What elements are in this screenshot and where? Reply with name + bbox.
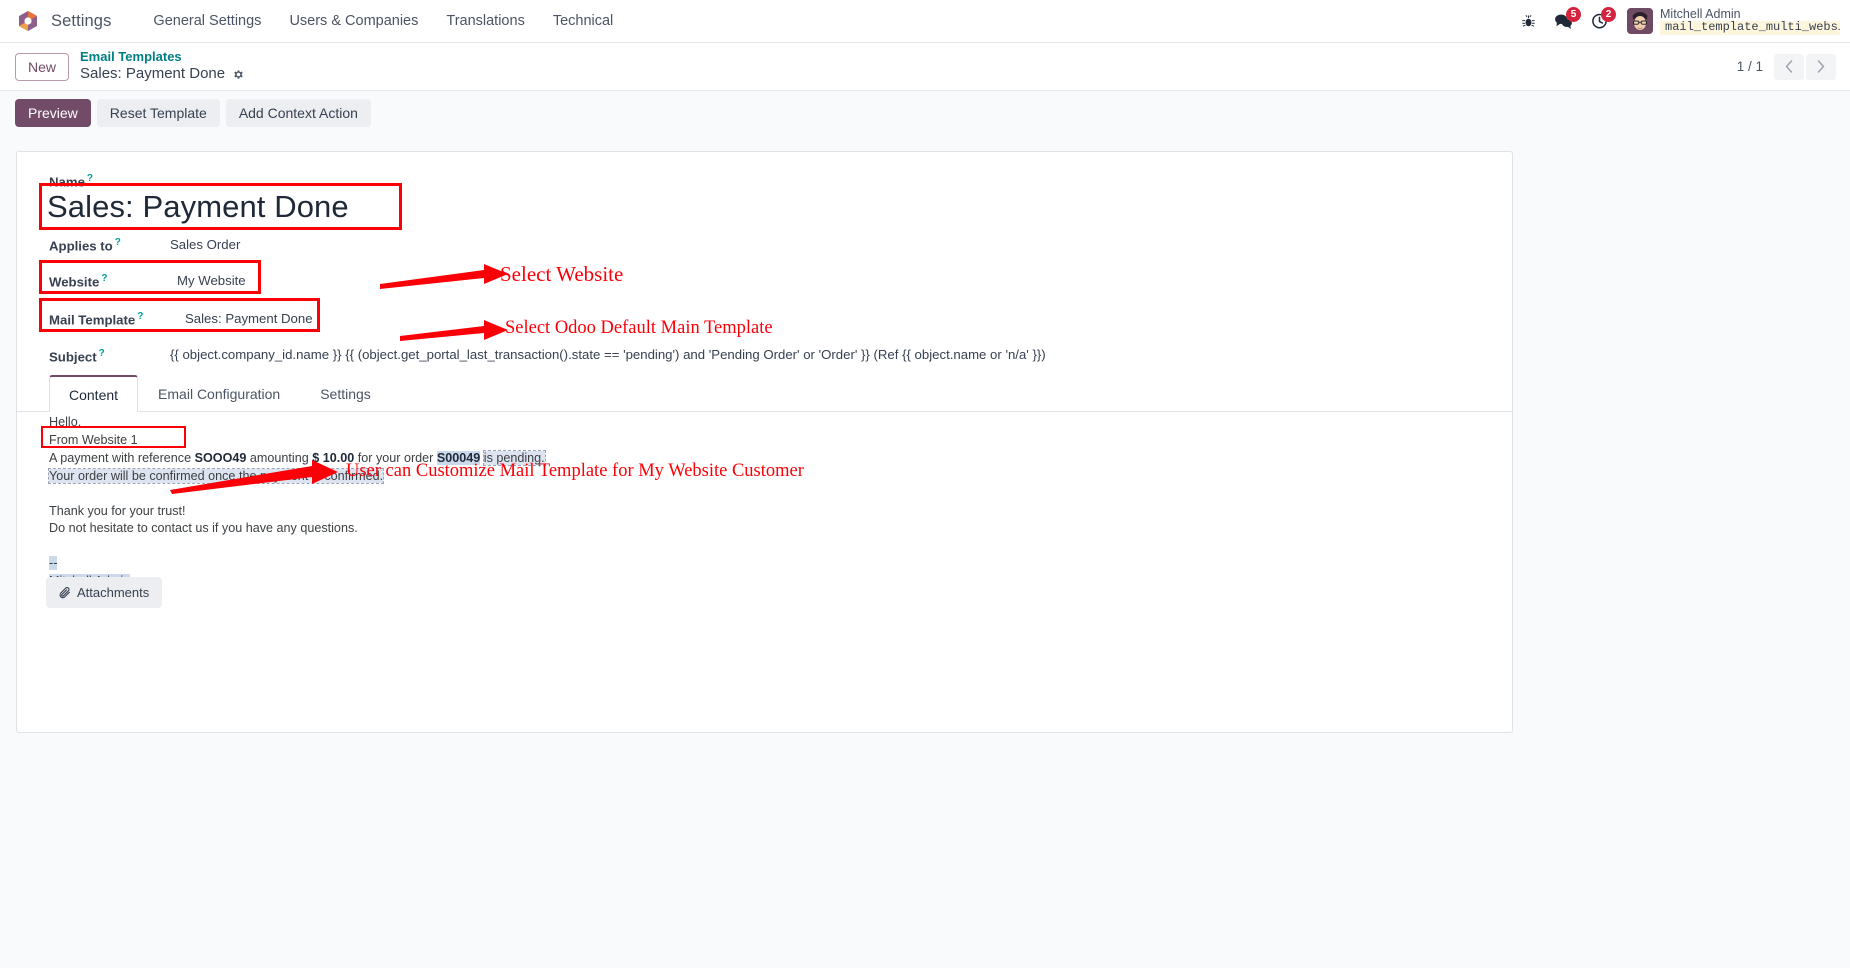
annotation-text-select-main-template: Select Odoo Default Main Template xyxy=(505,318,773,338)
add-context-action-button[interactable]: Add Context Action xyxy=(225,99,371,127)
navbar-menu: General Settings Users & Companies Trans… xyxy=(139,9,627,33)
help-icon-subject[interactable]: ? xyxy=(99,348,105,359)
email-thanks-line: Thank you for your trust! xyxy=(49,503,186,518)
form-action-bar: Preview Reset Template Add Context Actio… xyxy=(0,90,1850,135)
tab-content[interactable]: Content xyxy=(49,375,139,412)
reset-template-button[interactable]: Reset Template xyxy=(96,99,220,127)
tab-email-configuration[interactable]: Email Configuration xyxy=(138,375,300,412)
field-label-mail-template: Mail Template? xyxy=(49,311,144,328)
control-panel: New Email Templates Sales: Payment Done … xyxy=(0,43,1850,90)
odoo-logo-icon[interactable] xyxy=(17,10,39,32)
chevron-right-icon xyxy=(1817,60,1825,73)
field-value-mail-template[interactable]: Sales: Payment Done xyxy=(185,311,313,326)
messages-icon[interactable]: 5 xyxy=(1554,6,1581,30)
confirm-placeholder: Your order will be confirmed once the pa… xyxy=(47,467,385,484)
user-avatar[interactable] xyxy=(1627,8,1653,34)
new-button[interactable]: New xyxy=(15,52,70,81)
messages-badge: 5 xyxy=(1566,6,1581,22)
breadcrumb-current-label: Sales: Payment Done xyxy=(80,65,226,83)
user-menu[interactable]: Mitchell Admin mail_template_multi_webs… xyxy=(1660,6,1840,36)
navbar-systray: 5 2 Mitchell Admin mail_template_multi_w… xyxy=(1512,0,1850,43)
paperclip-icon xyxy=(59,586,70,598)
field-value-name[interactable]: Sales: Payment Done xyxy=(47,189,349,225)
nav-item-general-settings[interactable]: General Settings xyxy=(139,9,275,33)
breadcrumb-current-record: Sales: Payment Done xyxy=(80,65,245,84)
email-body-editor[interactable]: Hello, From Website 1 A payment with ref… xyxy=(47,414,1049,591)
pager-count-label: 1 / 1 xyxy=(1736,59,1763,74)
chevron-left-icon xyxy=(1785,60,1793,73)
form-sheet: Name? Sales: Payment Done Applies to? Sa… xyxy=(16,151,1513,733)
attachments-button-label: Attachments xyxy=(77,585,150,600)
help-icon-applies-to[interactable]: ? xyxy=(115,237,121,248)
email-spacer-1 xyxy=(49,486,1049,503)
email-contact-line: Do not hesitate to contact us if you hav… xyxy=(49,521,358,536)
attachments-button[interactable]: Attachments xyxy=(46,577,163,608)
nav-item-technical[interactable]: Technical xyxy=(539,9,627,33)
help-icon-name[interactable]: ? xyxy=(87,173,93,184)
preview-button[interactable]: Preview xyxy=(15,99,91,127)
database-name-text: mail_template_multi_webs… xyxy=(1665,21,1840,35)
help-icon-mail-template[interactable]: ? xyxy=(137,311,143,322)
field-value-website[interactable]: My Website xyxy=(177,273,246,288)
email-signature-dashes: -- xyxy=(49,555,1049,573)
field-label-subject: Subject? xyxy=(49,348,105,365)
field-value-subject[interactable]: {{ object.company_id.name }} {{ (object.… xyxy=(170,347,1046,362)
database-name-label: mail_template_multi_webs… xyxy=(1660,21,1840,36)
email-from-website: From Website 1 xyxy=(49,432,138,447)
signature-dashes-text: -- xyxy=(49,556,58,571)
field-label-applies-to: Applies to? xyxy=(49,237,121,254)
user-name-label: Mitchell Admin xyxy=(1660,6,1741,21)
payment-text-1: A payment with reference xyxy=(49,450,195,465)
payment-reference: SOOO49 xyxy=(194,450,247,465)
debug-bug-icon[interactable] xyxy=(1521,14,1536,29)
tab-settings[interactable]: Settings xyxy=(300,375,391,412)
record-pager: 1 / 1 xyxy=(1736,53,1850,80)
field-value-applies-to: Sales Order xyxy=(170,237,241,252)
annotation-text-select-website: Select Website xyxy=(500,262,624,286)
pager-previous-button[interactable] xyxy=(1774,53,1804,80)
app-brand-name[interactable]: Settings xyxy=(51,12,111,31)
email-spacer-2 xyxy=(49,538,1049,555)
top-navbar: Settings General Settings Users & Compan… xyxy=(0,0,1850,43)
field-label-name: Name? xyxy=(49,173,94,190)
activities-clock-icon[interactable]: 2 xyxy=(1591,6,1616,30)
nav-item-translations[interactable]: Translations xyxy=(432,9,538,33)
gear-icon[interactable] xyxy=(232,68,245,81)
form-notebook-tabs: Content Email Configuration Settings xyxy=(17,374,1512,412)
nav-item-users-companies[interactable]: Users & Companies xyxy=(275,9,432,33)
payment-text-2: amounting xyxy=(246,450,313,465)
field-label-website: Website? xyxy=(49,273,108,290)
breadcrumb-item-email-templates[interactable]: Email Templates xyxy=(80,49,245,65)
annotation-text-customize-template: User can Customize Mail Template for My … xyxy=(346,461,804,481)
breadcrumb: Email Templates Sales: Payment Done xyxy=(80,49,245,84)
email-signature-name: Mitchell Admin xyxy=(49,573,1049,591)
activities-badge: 2 xyxy=(1601,6,1616,22)
email-greeting: Hello, xyxy=(49,415,82,429)
help-icon-website[interactable]: ? xyxy=(101,273,107,284)
pager-next-button[interactable] xyxy=(1806,53,1836,80)
